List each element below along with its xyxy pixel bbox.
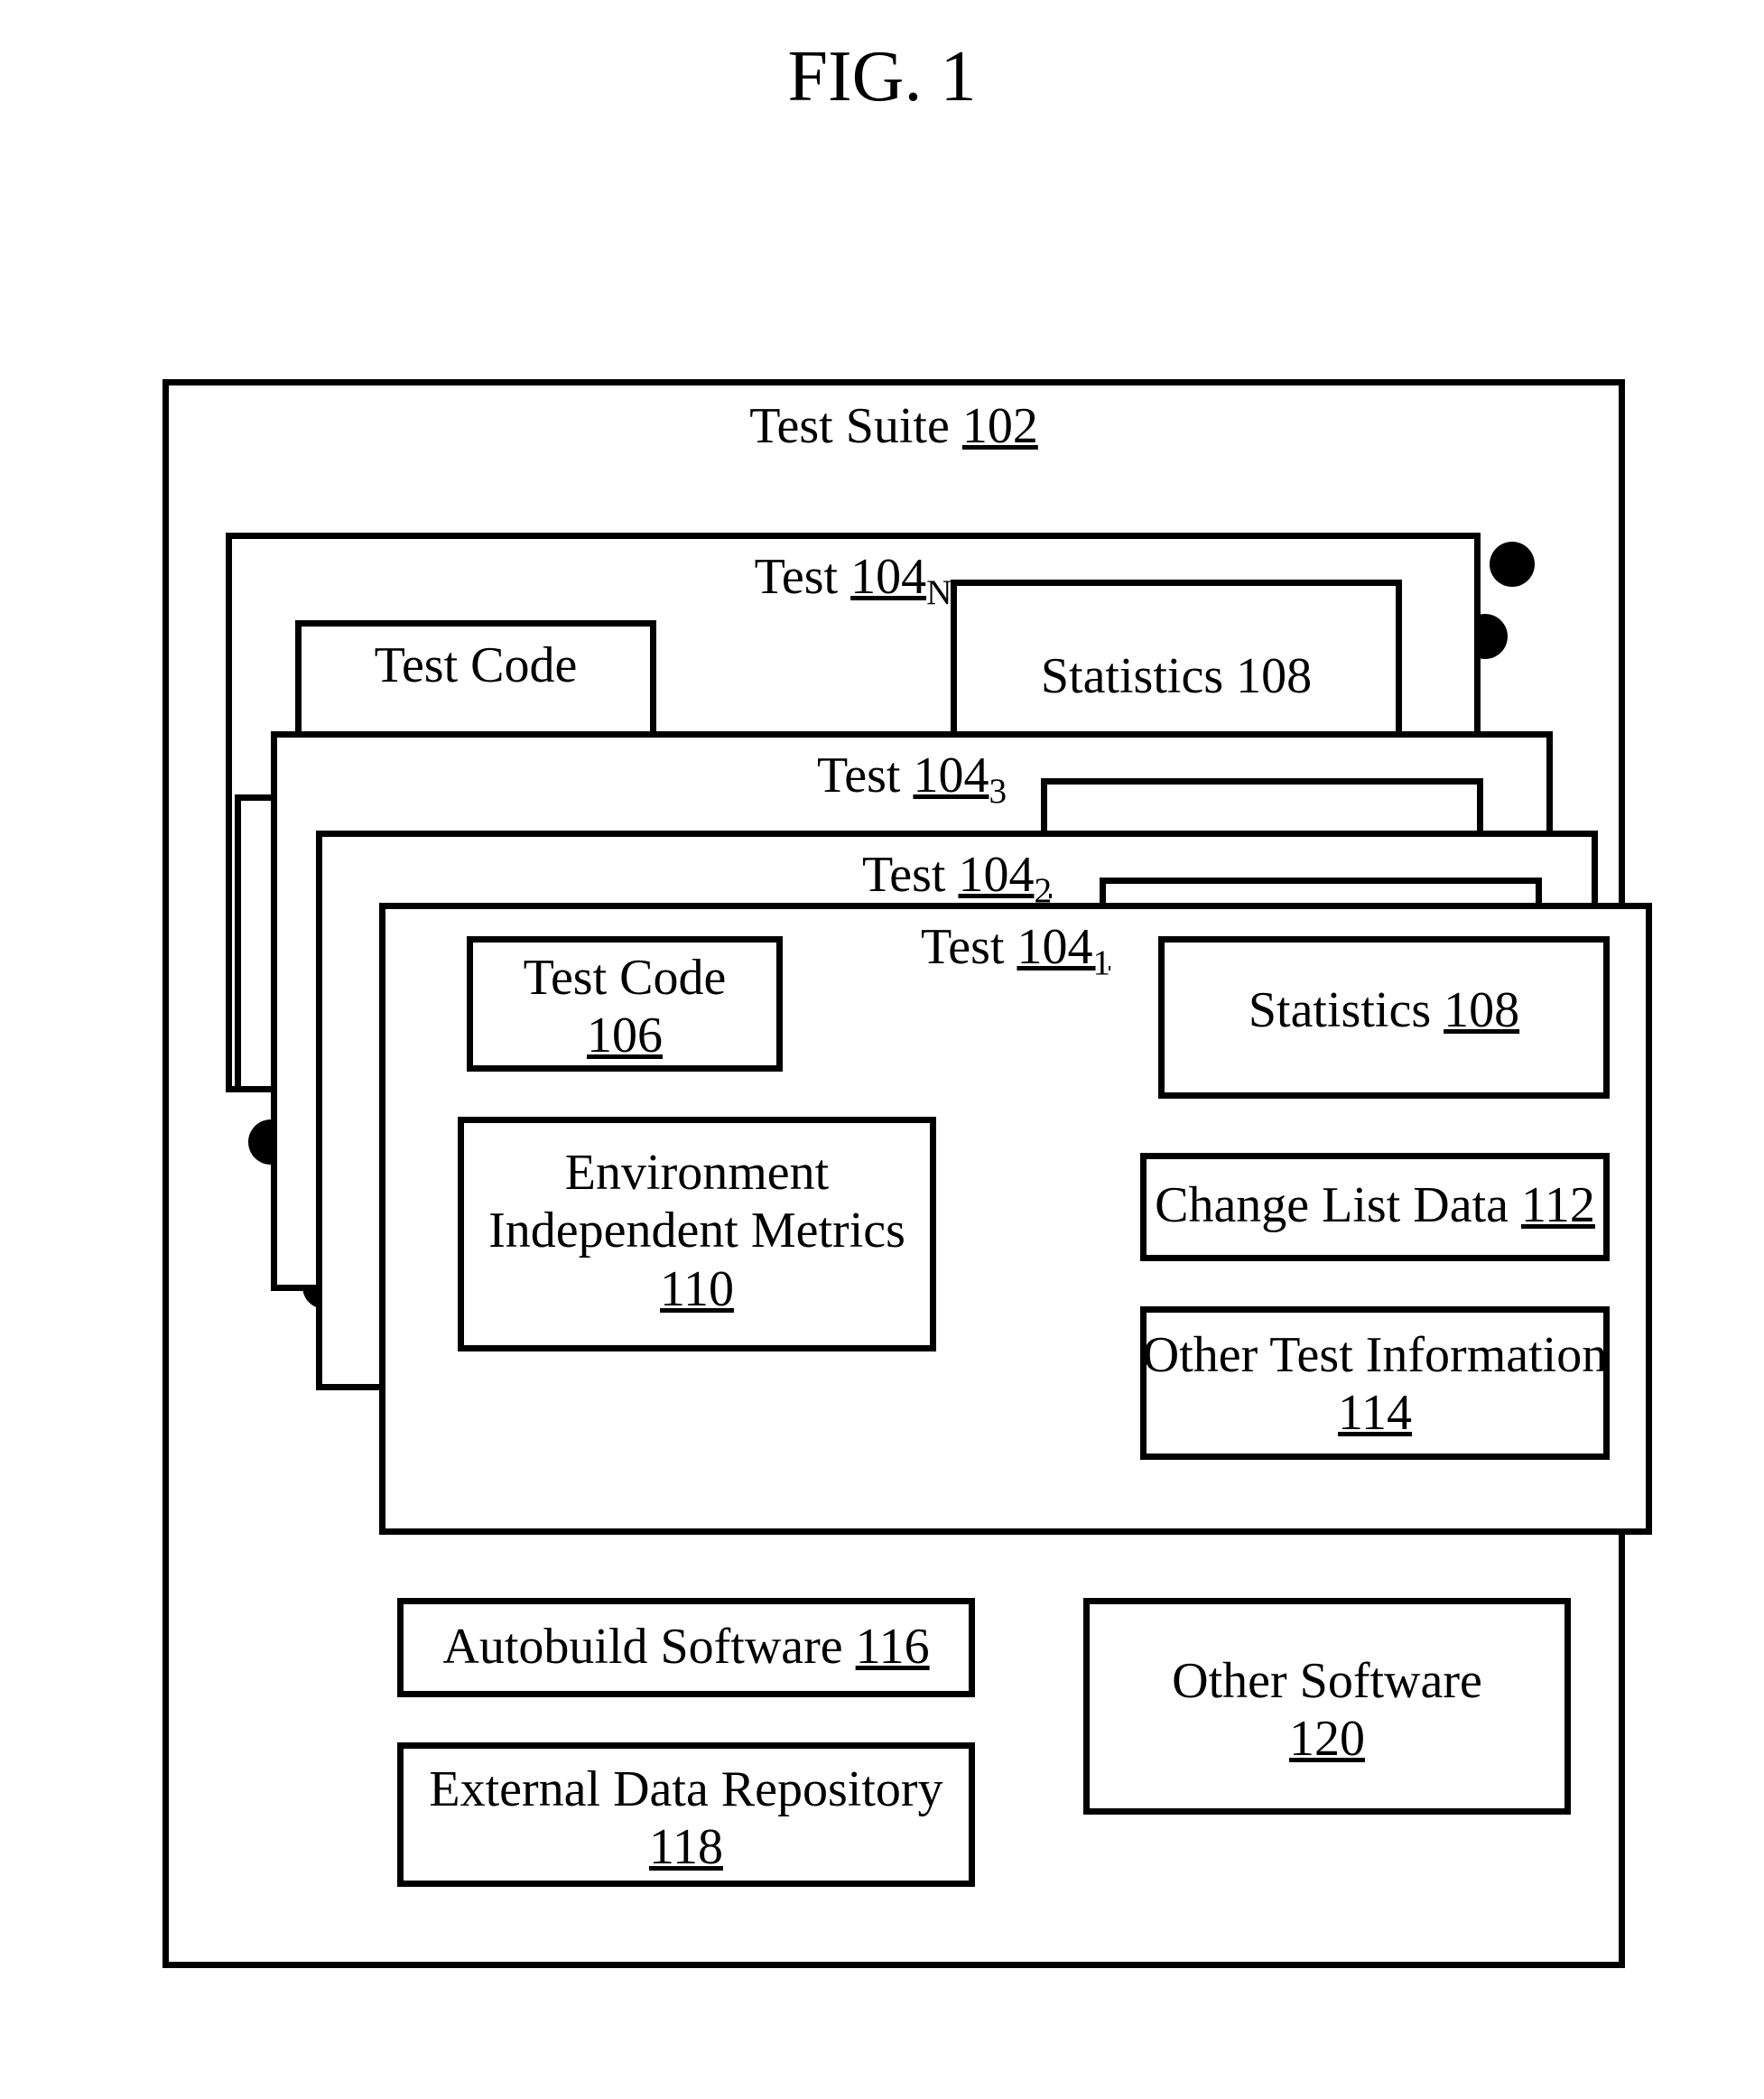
- test-N-code-label: Test Code: [295, 636, 656, 694]
- repo-num: 118: [649, 1819, 723, 1875]
- test-N-title-text: Test: [755, 549, 839, 605]
- test-suite-label-text: Test Suite: [749, 398, 950, 454]
- diagram-page: FIG. 1 Test Suite 102 Test 104N Test Cod…: [0, 0, 1764, 2099]
- other-software-num: 120: [1289, 1711, 1365, 1767]
- change-list-label: Change List Data 112: [1140, 1176, 1610, 1234]
- test-suite-label: Test Suite 102: [162, 397, 1625, 455]
- autobuild-num: 116: [856, 1619, 930, 1675]
- other-test-info-label: Other Test Information 114: [1140, 1326, 1610, 1443]
- autobuild-label: Autobuild Software 116: [397, 1618, 975, 1676]
- change-list-num: 112: [1521, 1177, 1595, 1233]
- test-suite-label-num: 102: [962, 398, 1038, 454]
- test-code-num: 106: [587, 1008, 663, 1063]
- test-1-title-text: Test: [921, 919, 1005, 975]
- test-code-text: Test Code: [524, 950, 727, 1006]
- statistics-label: Statistics 108: [1158, 981, 1610, 1039]
- change-list-text: Change List Data: [1155, 1177, 1509, 1233]
- test-2-title-text: Test: [862, 847, 946, 903]
- other-software-text: Other Software: [1172, 1653, 1482, 1709]
- other-software-label: Other Software 120: [1083, 1652, 1571, 1769]
- repo-label: External Data Repository 118: [397, 1760, 975, 1877]
- other-test-info-text: Other Test Information: [1143, 1327, 1607, 1383]
- autobuild-text: Autobuild Software: [442, 1619, 842, 1675]
- ellipsis-dot: [1490, 542, 1535, 587]
- test-3-title-num: 1043: [913, 748, 1007, 803]
- env-metrics-label: Environment Independent Metrics 110: [458, 1144, 936, 1318]
- other-test-info-num: 114: [1338, 1385, 1412, 1441]
- test-1-box: Test 1041 Test Code 106 Environment Inde…: [379, 903, 1652, 1535]
- repo-text: External Data Repository: [429, 1761, 942, 1817]
- test-2-title-num: 1042: [958, 847, 1052, 903]
- env-metrics-num: 110: [660, 1261, 734, 1317]
- statistics-text: Statistics: [1249, 982, 1431, 1038]
- test-code-label: Test Code 106: [467, 949, 783, 1065]
- test-1-title-num: 1041: [1017, 919, 1110, 975]
- test-3-title-text: Test: [817, 748, 901, 803]
- statistics-num: 108: [1444, 982, 1519, 1038]
- test-N-stats-label: Statistics 108: [951, 647, 1402, 705]
- test-3-stats-partial: [1041, 778, 1483, 837]
- env-metrics-text: Environment Independent Metrics: [488, 1145, 905, 1258]
- test-N-title-num: 104N: [850, 549, 952, 605]
- figure-title: FIG. 1: [0, 36, 1764, 118]
